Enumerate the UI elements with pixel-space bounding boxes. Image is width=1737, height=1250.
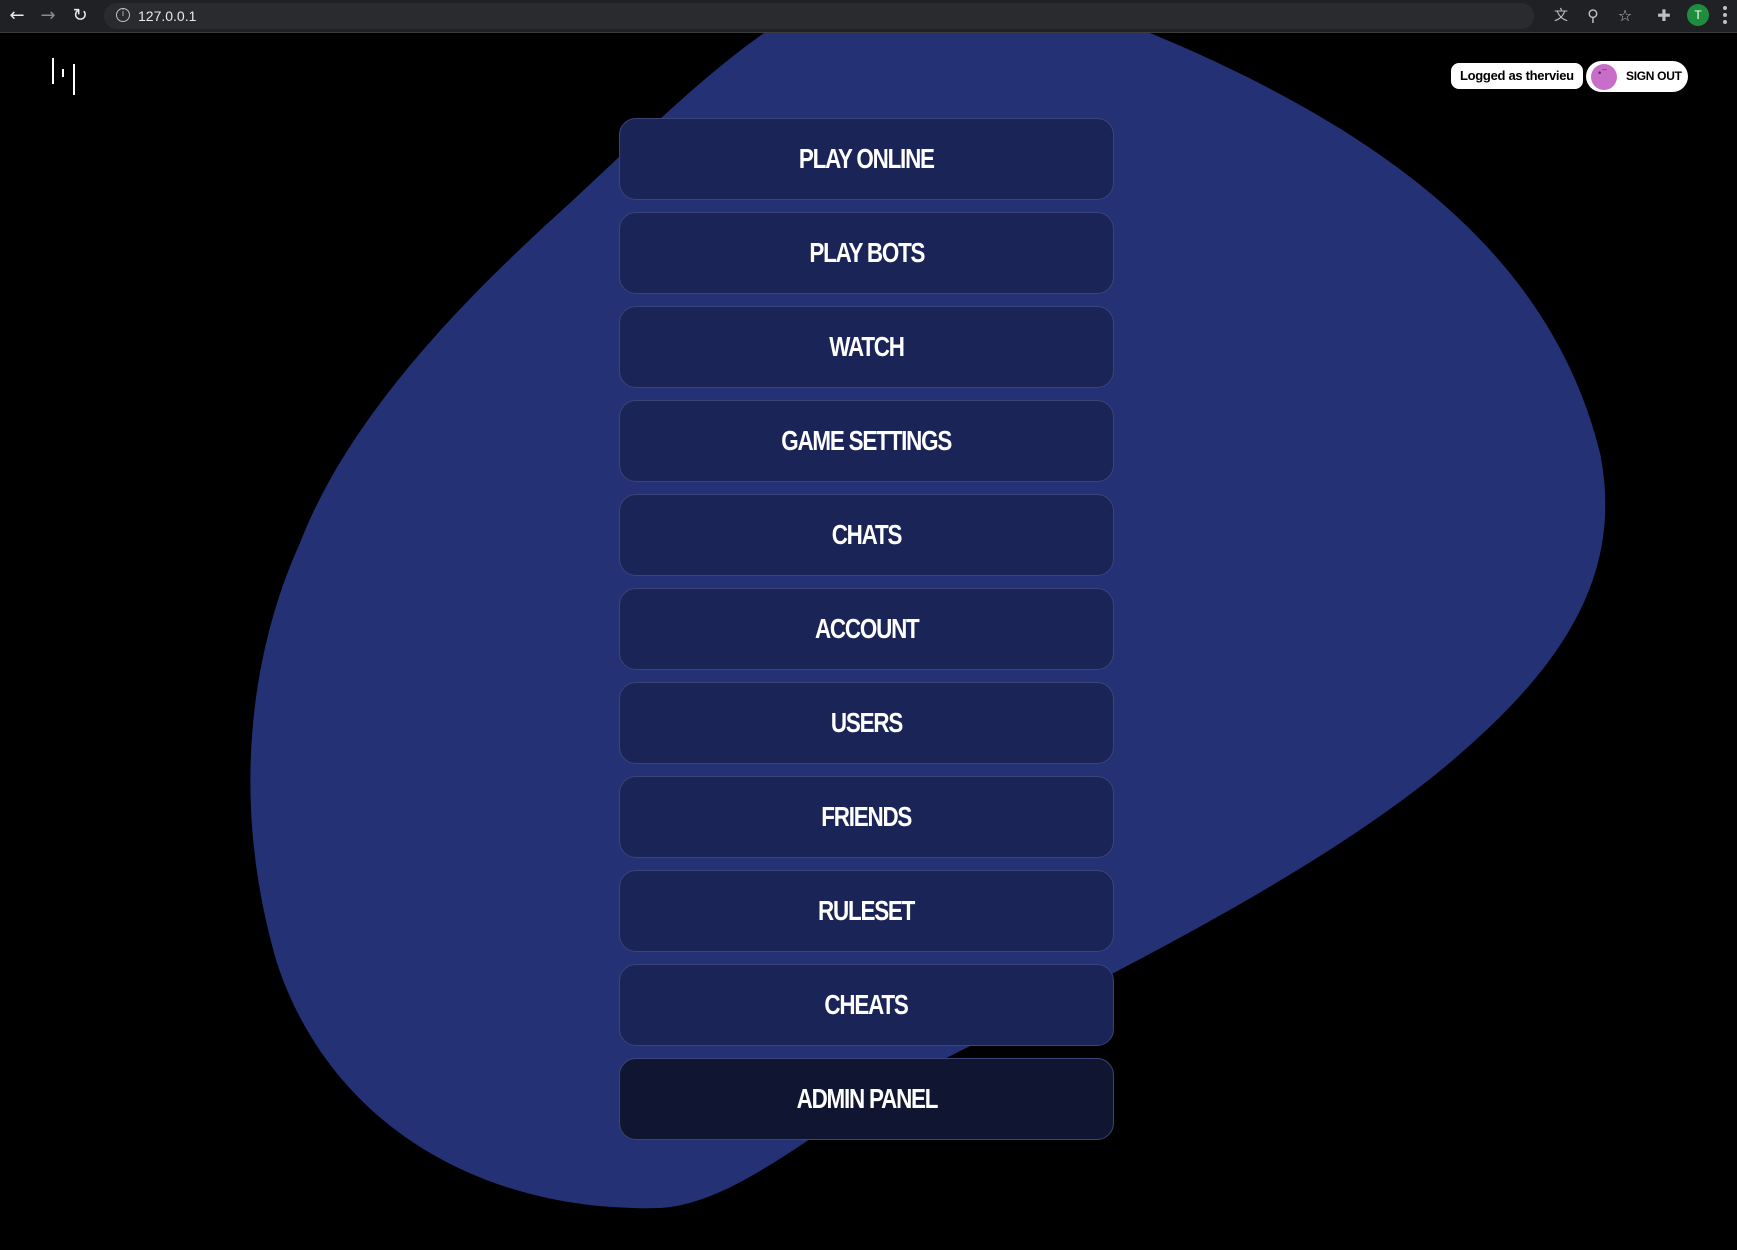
main-menu: PLAY ONLINE PLAY BOTS WATCH GAME SETTING… [619, 118, 1114, 1152]
menu-item-label: GAME SETTINGS [781, 425, 953, 456]
friends-button[interactable]: FRIENDS [619, 776, 1114, 858]
extensions-icon[interactable]: ✚ [1652, 4, 1676, 28]
users-button[interactable]: USERS [619, 682, 1114, 764]
page: Logged as thervieu •‾ SIGN OUT PLAY ONLI… [0, 33, 1737, 1250]
play-bots-button[interactable]: PLAY BOTS [619, 212, 1114, 294]
account-button[interactable]: ACCOUNT [619, 588, 1114, 670]
browser-toolbar: ← → ↻ i 127.0.0.1 文 ⚲ ☆ ✚ T [0, 0, 1737, 33]
menu-item-label: CHATS [831, 519, 903, 550]
menu-icon[interactable] [1722, 6, 1728, 26]
ruleset-button[interactable]: RULESET [619, 870, 1114, 952]
menu-item-label: FRIENDS [821, 801, 913, 832]
cheats-button[interactable]: CHEATS [619, 964, 1114, 1046]
menu-item-label: PLAY ONLINE [799, 143, 935, 174]
info-icon[interactable]: i [116, 8, 130, 22]
menu-item-label: ADMIN PANEL [796, 1083, 938, 1114]
game-settings-button[interactable]: GAME SETTINGS [619, 400, 1114, 482]
play-online-button[interactable]: PLAY ONLINE [619, 118, 1114, 200]
logo [52, 58, 75, 95]
zoom-icon[interactable]: ⚲ [1581, 4, 1605, 28]
sign-out-button[interactable]: •‾ SIGN OUT [1586, 61, 1688, 92]
logged-as-badge: Logged as thervieu [1451, 63, 1583, 89]
sign-out-label: SIGN OUT [1626, 69, 1682, 83]
star-icon[interactable]: ☆ [1613, 4, 1637, 28]
admin-panel-button[interactable]: ADMIN PANEL [619, 1058, 1114, 1140]
menu-item-label: RULESET [818, 895, 915, 926]
menu-item-label: ACCOUNT [814, 613, 920, 644]
menu-item-label: CHEATS [824, 989, 909, 1020]
translate-icon[interactable]: 文 [1549, 4, 1573, 28]
watch-button[interactable]: WATCH [619, 306, 1114, 388]
menu-item-label: WATCH [829, 331, 905, 362]
back-icon[interactable]: ← [5, 4, 29, 28]
url-text: 127.0.0.1 [138, 8, 197, 24]
menu-item-label: USERS [830, 707, 903, 738]
address-bar[interactable]: i 127.0.0.1 [104, 3, 1534, 29]
profile-avatar[interactable]: T [1687, 4, 1709, 26]
avatar: •‾ [1591, 64, 1617, 90]
chats-button[interactable]: CHATS [619, 494, 1114, 576]
menu-item-label: PLAY BOTS [809, 237, 925, 268]
forward-icon[interactable]: → [36, 4, 60, 28]
avatar-face-icon: •‾ [1597, 69, 1607, 79]
reload-icon[interactable]: ↻ [68, 4, 92, 28]
